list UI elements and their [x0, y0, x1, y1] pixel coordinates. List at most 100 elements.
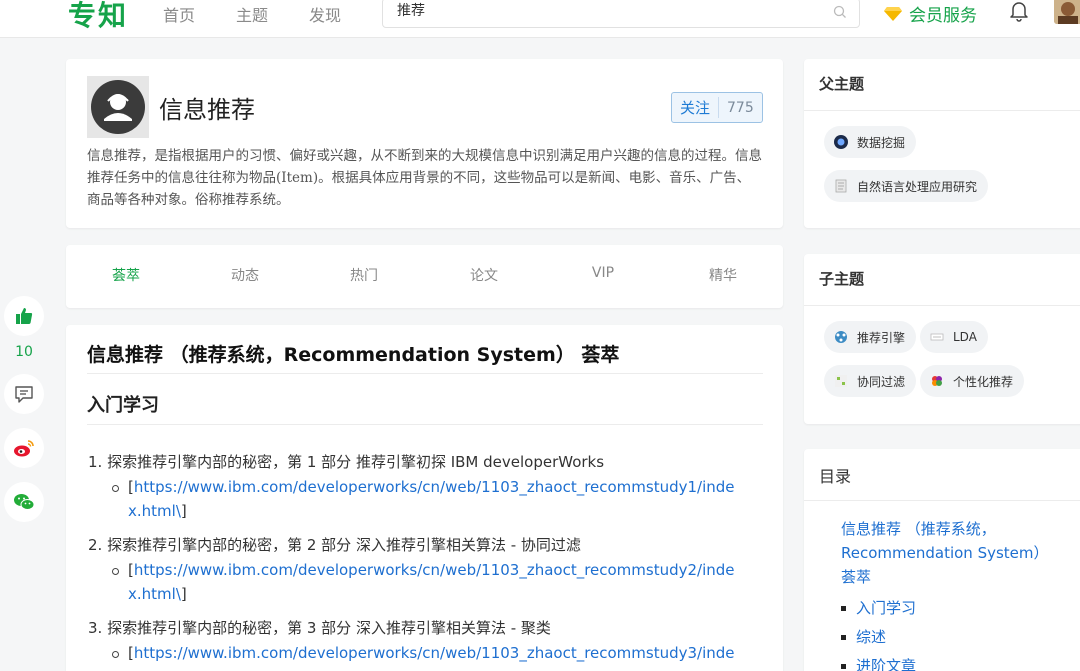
site-logo[interactable]: 专知: [68, 0, 128, 34]
tab-activity[interactable]: 动态: [205, 265, 285, 285]
card-divider: [804, 110, 1080, 111]
topic-header-card: 信息推荐 关注 775 信息推荐，是指根据用户的习惯、偏好或兴趣，从不断到来的大…: [66, 59, 783, 228]
document-icon: [835, 179, 847, 193]
follower-count: 775: [727, 99, 754, 116]
like-button[interactable]: [4, 296, 44, 336]
tab-vip[interactable]: VIP: [563, 265, 643, 281]
chip-label: LDA: [953, 330, 977, 344]
parent-topics-card: 父主题 数据挖掘 自然语言处理应用研究: [804, 59, 1080, 228]
item-link[interactable]: https://www.ibm.com/developerworks/cn/we…: [134, 644, 735, 662]
link-line: [https://www.ibm.com/developerworks/cn/w…: [128, 478, 735, 496]
comment-wrap: [4, 374, 44, 414]
item-text: 探索推荐引擎内部的秘密，第 2 部分 深入推荐引擎相关算法 - 协同过滤: [107, 536, 581, 554]
topic-chip-rec-engine[interactable]: 推荐引擎: [824, 321, 917, 353]
link-line: [https://www.ibm.com/developerworks/cn/w…: [128, 644, 735, 662]
comment-button[interactable]: [4, 374, 44, 414]
top-navbar: 专知 首页 主题 发现 会员服务: [0, 0, 1080, 38]
nav-topics[interactable]: 主题: [236, 2, 268, 26]
search-box: [382, 0, 860, 28]
item-link-cont[interactable]: x.html\: [128, 585, 181, 603]
tab-essence[interactable]: 精华: [683, 265, 763, 285]
social-sidebar: 10: [4, 296, 44, 360]
toc-main-line: 荟萃: [841, 568, 872, 586]
item-number: 1.: [88, 453, 103, 471]
topic-chip-lda[interactable]: LDA: [920, 321, 988, 353]
toc-item[interactable]: 综述: [856, 626, 886, 647]
topic-chip-nlp[interactable]: 自然语言处理应用研究: [824, 170, 989, 202]
nav-home[interactable]: 首页: [163, 2, 195, 26]
toc-item[interactable]: 进阶文章: [856, 655, 916, 671]
thumbs-up-icon: [16, 308, 33, 324]
content-title: 信息推荐 （推荐系统，Recommendation System） 荟萃: [87, 344, 620, 366]
content-card: 信息推荐 （推荐系统，Recommendation System） 荟萃 入门学…: [66, 325, 783, 671]
topic-description: 信息推荐，是指根据用户的习惯、偏好或兴趣，从不断到来的大规模信息中识别满足用户兴…: [87, 148, 762, 208]
toc-main-line: 信息推荐 （推荐系统，: [841, 520, 996, 538]
list-item: 3. 探索推荐引擎内部的秘密，第 3 部分 深入推荐引擎相关算法 - 聚类: [88, 617, 551, 638]
follow-button[interactable]: 关注 775: [671, 92, 763, 123]
link-line: x.html\]: [128, 502, 187, 520]
toc-bullet: [841, 635, 846, 640]
weibo-share-button[interactable]: [4, 428, 44, 468]
chip-label: 协同过滤: [857, 374, 906, 389]
card-divider: [804, 500, 1080, 501]
chip-label: 自然语言处理应用研究: [857, 179, 978, 194]
topic-title: 信息推荐: [159, 96, 255, 124]
weibo-wrap: [4, 428, 44, 468]
sub-bullet: [112, 651, 119, 658]
item-link-cont[interactable]: x.html\: [128, 502, 181, 520]
search-input[interactable]: [397, 2, 817, 18]
tab-hot[interactable]: 热门: [324, 265, 404, 285]
user-placeholder-icon: [91, 80, 145, 134]
bell-icon[interactable]: [1008, 0, 1030, 22]
collaborative-filter-icon: [835, 375, 847, 387]
tab-highlights[interactable]: 荟萃: [86, 265, 166, 285]
item-link[interactable]: https://www.ibm.com/developerworks/cn/we…: [134, 561, 735, 579]
topic-chip-cf[interactable]: 协同过滤: [824, 365, 917, 397]
data-mining-icon: [834, 135, 848, 149]
network-icon: [835, 331, 847, 343]
search-icon[interactable]: [833, 5, 847, 19]
like-count: 10: [15, 344, 33, 360]
sub-bullet: [112, 568, 119, 575]
user-avatar[interactable]: [1054, 0, 1080, 24]
toc-bullet: [841, 606, 846, 611]
chip-label: 个性化推荐: [953, 374, 1014, 389]
list-item: 2. 探索推荐引擎内部的秘密，第 2 部分 深入推荐引擎相关算法 - 协同过滤: [88, 534, 581, 555]
section-heading: 入门学习: [87, 395, 159, 416]
chip-label: 数据挖掘: [857, 135, 906, 150]
topic-chip-personalized[interactable]: 个性化推荐: [920, 365, 1025, 397]
lda-icon: [930, 333, 944, 341]
item-link[interactable]: https://www.ibm.com/developerworks/cn/we…: [134, 478, 735, 496]
topic-avatar: [87, 76, 149, 138]
link-line: x.html\]: [128, 585, 187, 603]
item-number: 3.: [88, 619, 103, 637]
follow-label: 关注: [680, 97, 720, 118]
title-divider: [87, 373, 763, 374]
toc-main-link[interactable]: 信息推荐 （推荐系统， Recommendation System） 荟萃: [841, 517, 1049, 589]
topic-chip-data-mining[interactable]: 数据挖掘: [824, 126, 917, 158]
section-divider: [87, 424, 763, 425]
toc-item[interactable]: 入门学习: [856, 597, 916, 618]
vip-service-link[interactable]: 会员服务: [883, 1, 977, 26]
personalized-icon: [932, 376, 942, 386]
comment-icon: [15, 386, 33, 403]
toc-title: 目录: [819, 467, 852, 486]
weibo-icon: [14, 440, 34, 457]
parent-topics-title: 父主题: [819, 75, 865, 93]
link-line: [https://www.ibm.com/developerworks/cn/w…: [128, 561, 735, 579]
wechat-icon: [14, 494, 35, 510]
sub-bullet: [112, 485, 119, 492]
topic-tabs: 荟萃 动态 热门 论文 VIP 精华: [66, 245, 783, 308]
vip-label: 会员服务: [909, 6, 977, 26]
item-text: 探索推荐引擎内部的秘密，第 1 部分 推荐引擎初探 IBM developerW…: [107, 453, 605, 471]
toc-main-line: Recommendation System）: [841, 544, 1049, 562]
child-topics-card: 子主题 推荐引擎 LDA 协同过滤 个性化推荐: [804, 254, 1080, 424]
item-text: 探索推荐引擎内部的秘密，第 3 部分 深入推荐引擎相关算法 - 聚类: [107, 619, 551, 637]
chip-label: 推荐引擎: [857, 330, 906, 345]
nav-discover[interactable]: 发现: [309, 2, 341, 26]
wechat-wrap: [4, 482, 44, 522]
wechat-share-button[interactable]: [4, 482, 44, 522]
card-divider: [804, 305, 1080, 306]
child-topics-title: 子主题: [819, 270, 865, 288]
tab-papers[interactable]: 论文: [444, 265, 524, 285]
